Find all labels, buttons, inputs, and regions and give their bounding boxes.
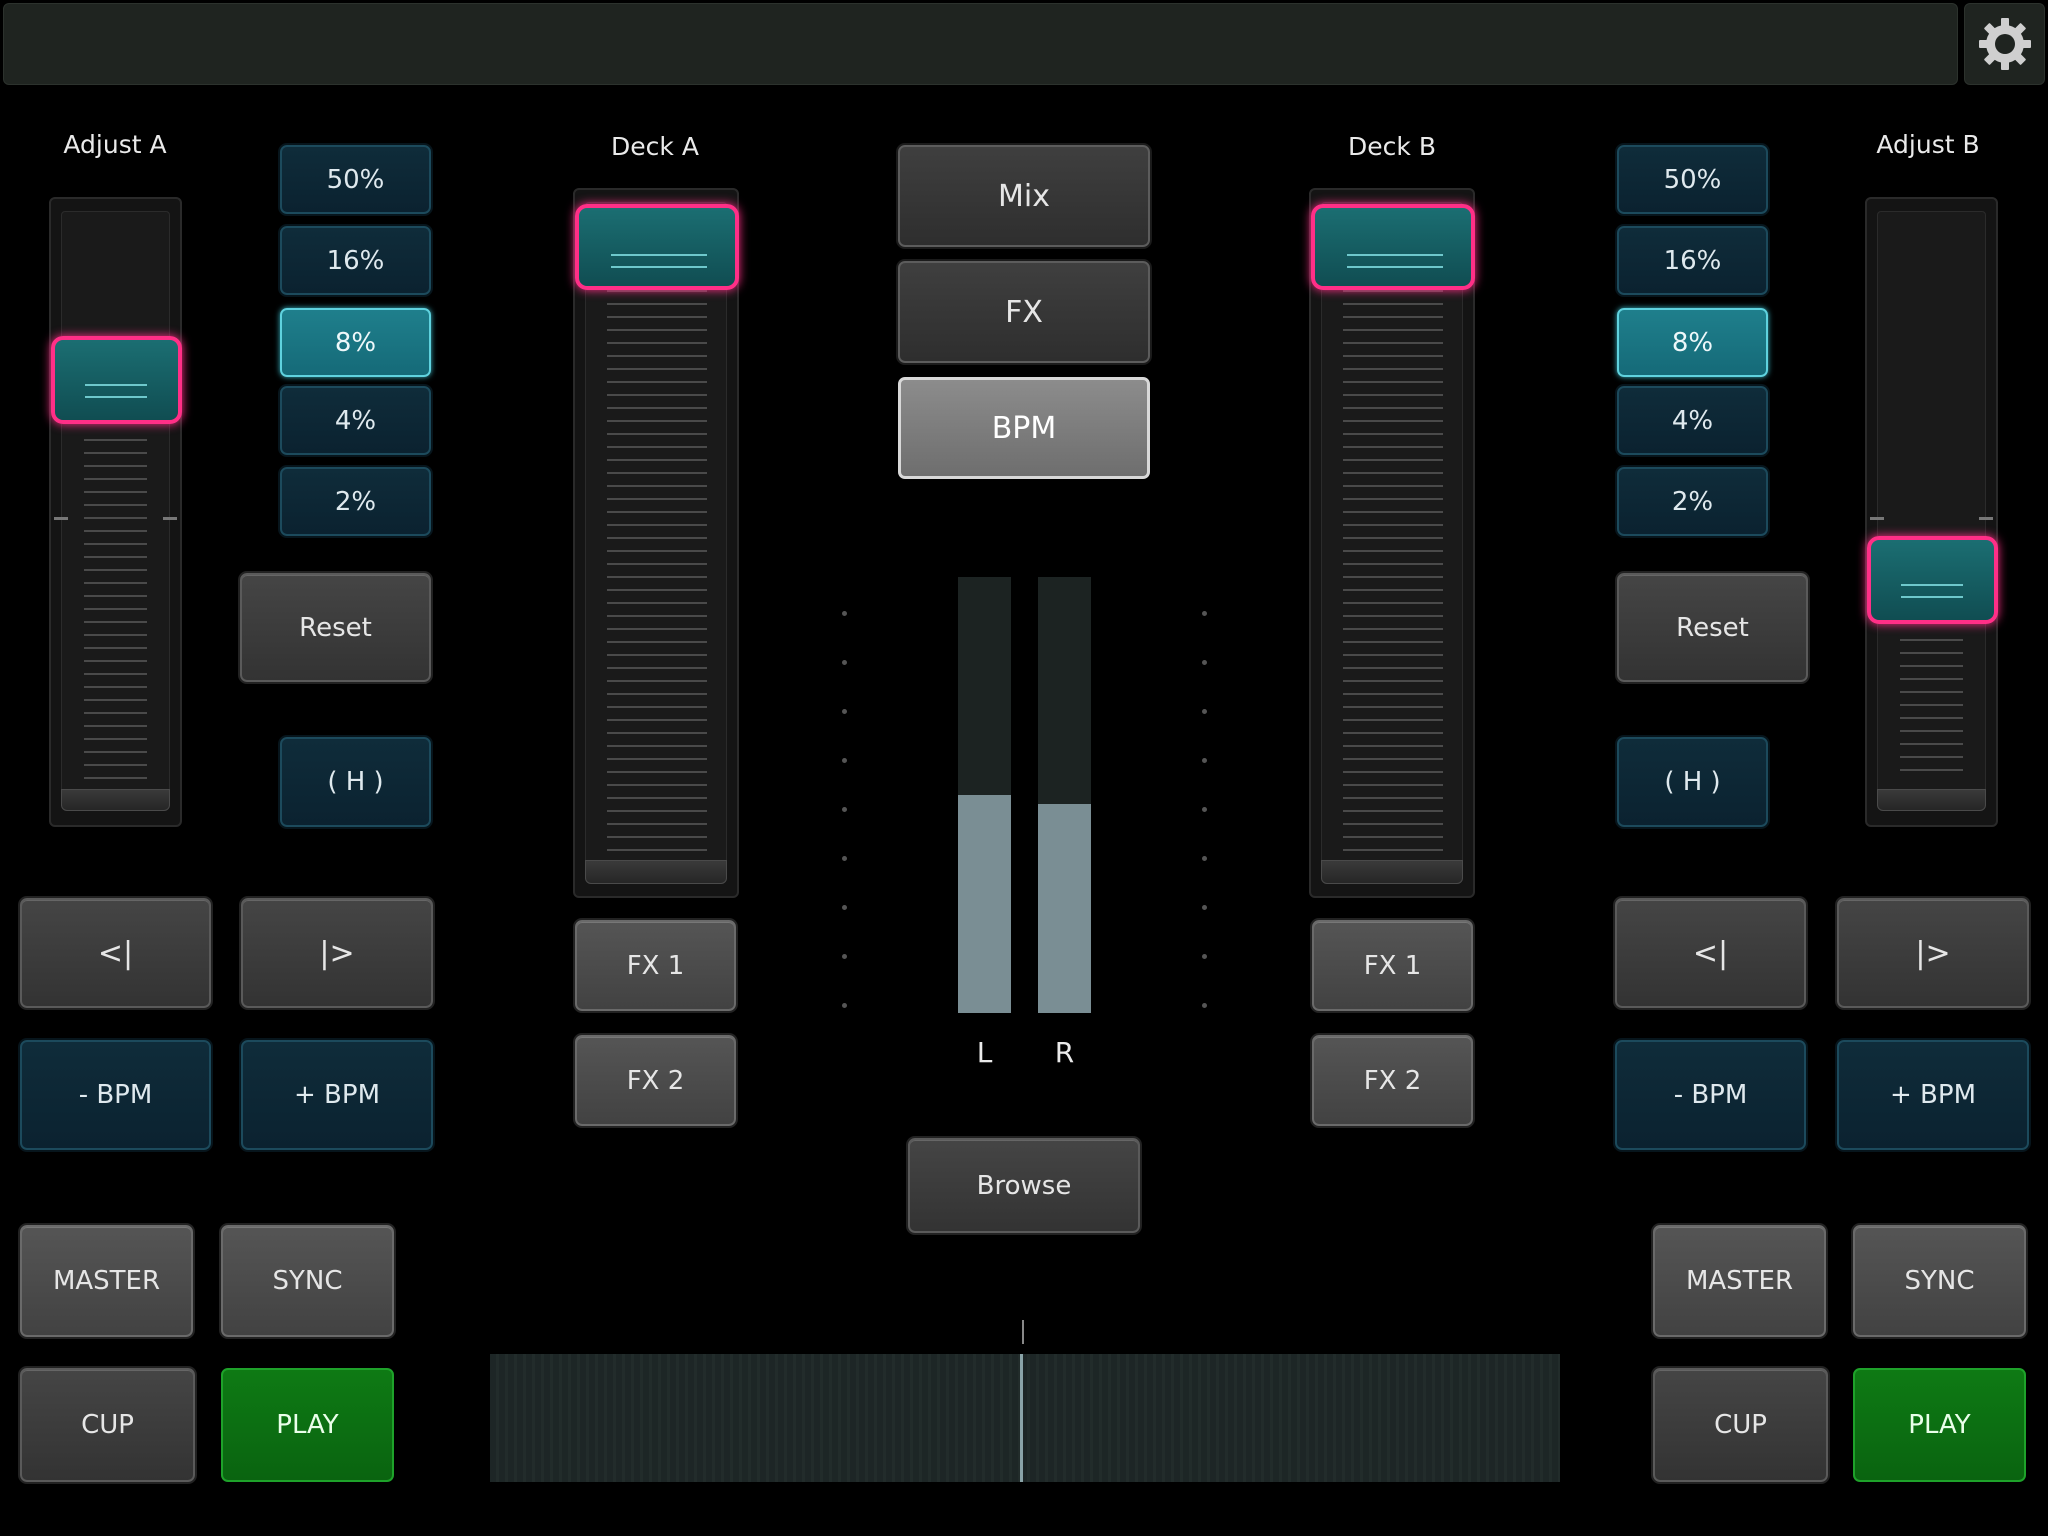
scale-dot [842, 1003, 847, 1008]
deck-b-fx1-button[interactable]: FX 1 [1312, 920, 1473, 1011]
center-tick [54, 517, 68, 520]
adjust-b-knob[interactable] [1867, 536, 1998, 624]
deck-b-percent-4-button[interactable]: 4% [1617, 386, 1768, 455]
scale-dot [1202, 611, 1207, 616]
scale-dot [842, 660, 847, 665]
meter-left-label: L [976, 1036, 993, 1069]
meter-right-fill [1038, 803, 1091, 1013]
center-tick [1870, 517, 1884, 520]
gear-icon [1978, 18, 2031, 70]
settings-button[interactable] [1964, 3, 2045, 85]
scale-dot [842, 856, 847, 861]
deck-b-label: Deck B [1348, 132, 1436, 161]
deck-a-percent-16-button[interactable]: 16% [280, 226, 431, 295]
deck-a-volume-knob[interactable] [575, 204, 739, 290]
deck-a-percent-50-button[interactable]: 50% [280, 145, 431, 214]
scale-dot [1202, 1003, 1207, 1008]
scale-dot [1202, 660, 1207, 665]
scale-dot [842, 709, 847, 714]
center-tick [1979, 517, 1993, 520]
deck-a-play-button[interactable]: PLAY [221, 1368, 394, 1482]
scale-dot [1202, 856, 1207, 861]
deck-b-cup-button[interactable]: CUP [1653, 1368, 1828, 1482]
deck-b-sync-button[interactable]: SYNC [1853, 1225, 2026, 1337]
deck-b-fx2-button[interactable]: FX 2 [1312, 1035, 1473, 1126]
deck-b-bpm-minus-button[interactable]: - BPM [1615, 1040, 1806, 1150]
deck-a-cup-button[interactable]: CUP [20, 1368, 195, 1482]
deck-a-master-button[interactable]: MASTER [20, 1225, 193, 1337]
deck-b-volume-knob[interactable] [1311, 204, 1475, 290]
scale-dot [842, 905, 847, 910]
scale-dot [1202, 954, 1207, 959]
deck-b-percent-50-button[interactable]: 50% [1617, 145, 1768, 214]
scale-dot [1202, 905, 1207, 910]
deck-a-nudge-forward-button[interactable]: |> [241, 898, 433, 1008]
deck-a-label: Deck A [611, 132, 699, 161]
deck-b-nudge-forward-button[interactable]: |> [1837, 898, 2029, 1008]
playhead-line [1020, 1354, 1023, 1482]
playhead-marker [1022, 1320, 1024, 1344]
deck-b-master-button[interactable]: MASTER [1653, 1225, 1826, 1337]
mode-mix-button[interactable]: Mix [898, 145, 1150, 247]
deck-b-nudge-back-button[interactable]: <| [1615, 898, 1806, 1008]
deck-a-nudge-back-button[interactable]: <| [20, 898, 211, 1008]
deck-b-bpm-plus-button[interactable]: + BPM [1837, 1040, 2029, 1150]
deck-a-sync-button[interactable]: SYNC [221, 1225, 394, 1337]
scale-dot [842, 758, 847, 763]
deck-b-reset-button[interactable]: Reset [1617, 573, 1808, 682]
mode-bpm-button[interactable]: BPM [898, 377, 1150, 479]
deck-a-fx2-button[interactable]: FX 2 [575, 1035, 736, 1126]
browse-button[interactable]: Browse [908, 1138, 1140, 1233]
meter-left-fill [958, 795, 1011, 1013]
scale-dot [1202, 709, 1207, 714]
meter-left [958, 577, 1011, 1013]
deck-a-fx1-button[interactable]: FX 1 [575, 920, 736, 1011]
deck-b-play-button[interactable]: PLAY [1853, 1368, 2026, 1482]
adjust-a-label: Adjust A [63, 130, 167, 159]
scale-dot [842, 954, 847, 959]
adjust-a-knob[interactable] [51, 336, 182, 424]
deck-b-percent-2-button[interactable]: 2% [1617, 467, 1768, 536]
deck-a-bpm-plus-button[interactable]: + BPM [241, 1040, 433, 1150]
adjust-b-slider[interactable] [1865, 197, 1998, 827]
deck-a-percent-8-button[interactable]: 8% [280, 308, 431, 377]
mode-fx-button[interactable]: FX [898, 261, 1150, 363]
center-tick [163, 517, 177, 520]
deck-a-reset-button[interactable]: Reset [240, 573, 431, 682]
scale-dot [842, 807, 847, 812]
scale-dot [1202, 758, 1207, 763]
waveform-display[interactable] [490, 1354, 1560, 1482]
deck-a-percent-4-button[interactable]: 4% [280, 386, 431, 455]
deck-b-percent-8-button[interactable]: 8% [1617, 308, 1768, 377]
deck-b-percent-16-button[interactable]: 16% [1617, 226, 1768, 295]
meter-right-label: R [1054, 1036, 1075, 1069]
deck-a-hold-button[interactable]: ( H ) [280, 737, 431, 827]
deck-a-bpm-minus-button[interactable]: - BPM [20, 1040, 211, 1150]
deck-b-volume-fader[interactable] [1309, 188, 1475, 898]
adjust-a-slider[interactable] [49, 197, 182, 827]
adjust-b-label: Adjust B [1876, 130, 1980, 159]
top-bar [3, 3, 1958, 85]
deck-b-hold-button[interactable]: ( H ) [1617, 737, 1768, 827]
scale-dot [1202, 807, 1207, 812]
deck-a-percent-2-button[interactable]: 2% [280, 467, 431, 536]
meter-right [1038, 577, 1091, 1013]
scale-dot [842, 611, 847, 616]
deck-a-volume-fader[interactable] [573, 188, 739, 898]
